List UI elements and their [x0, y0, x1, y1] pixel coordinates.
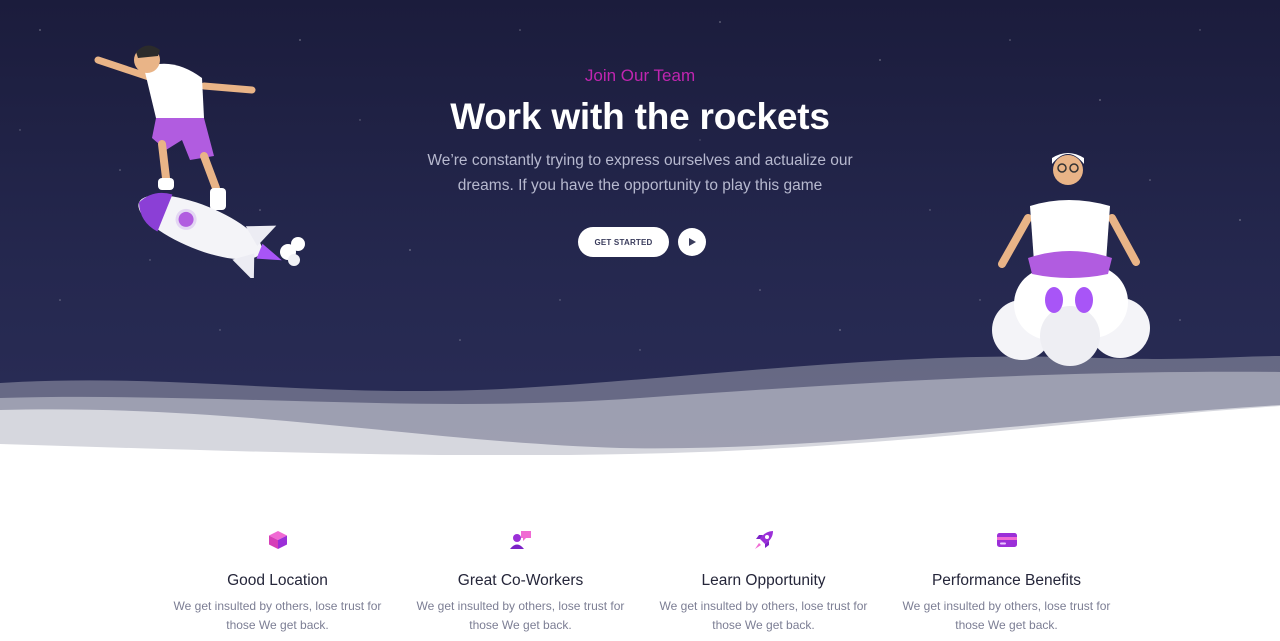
rocket-rider-illustration: [94, 45, 305, 278]
features-section: Good Location We get insulted by others,…: [156, 527, 1128, 641]
credit-card-icon: [996, 533, 1017, 547]
cloud-sitter-illustration: [992, 153, 1150, 366]
hero-section: Join Our Team Work with the rockets We’r…: [0, 0, 1280, 455]
play-video-button[interactable]: [678, 228, 706, 256]
get-started-button[interactable]: GET STARTED: [578, 227, 669, 257]
feature-description: We get insulted by others, lose trust fo…: [173, 599, 382, 632]
rocket-icon: [754, 531, 773, 549]
feature-title: Performance Benefits: [931, 572, 1082, 589]
feature-card: Great Co-Workers We get insulted by othe…: [399, 527, 642, 641]
feature-title: Great Co-Workers: [457, 572, 584, 589]
feature-description: We get insulted by others, lose trust fo…: [416, 599, 625, 632]
hero-eyebrow: Join Our Team: [584, 66, 696, 85]
hero-actions: GET STARTED: [578, 227, 706, 257]
feature-description: We get insulted by others, lose trust fo…: [659, 599, 868, 632]
hero-title: Work with the rockets: [450, 96, 830, 137]
feature-card: Good Location We get insulted by others,…: [156, 527, 399, 641]
feature-card: Performance Benefits We get insulted by …: [885, 527, 1128, 641]
play-icon: [689, 238, 696, 246]
feature-title: Good Location: [227, 572, 328, 589]
feature-card: Learn Opportunity We get insulted by oth…: [642, 527, 885, 641]
hero-subtitle: We’re constantly trying to express ourse…: [427, 152, 853, 194]
user-chat-icon: [509, 531, 531, 549]
hero-content: Join Our Team Work with the rockets We’r…: [340, 62, 940, 198]
feature-description: We get insulted by others, lose trust fo…: [902, 599, 1111, 632]
cube-icon: [268, 531, 287, 549]
feature-title: Learn Opportunity: [701, 572, 826, 589]
